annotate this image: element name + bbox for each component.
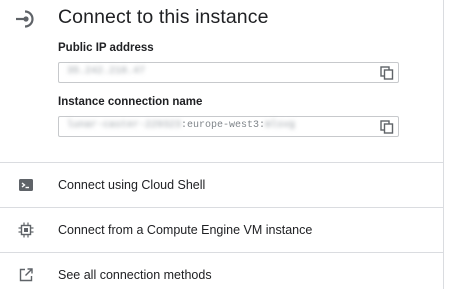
open-in-new-icon [18, 267, 34, 283]
connect-vm-instance-item[interactable]: Connect from a Compute Engine VM instanc… [0, 207, 444, 252]
copy-icon[interactable] [380, 66, 394, 80]
connection-name-project: lunar-caster-229323 [67, 120, 182, 131]
public-ip-value: 35.242.218.47 [67, 66, 146, 77]
panel-title: Connect to this instance [58, 6, 269, 28]
connection-name-label: Instance connection name [58, 96, 203, 108]
connection-name-instance: mlsvg [265, 120, 296, 131]
connect-cloud-shell-label: Connect using Cloud Shell [58, 178, 206, 192]
public-ip-field[interactable]: 35.242.218.47 [58, 62, 399, 83]
connection-name-region: :europe-west3: [181, 120, 266, 131]
connection-name-field[interactable]: lunar-caster-229323:europe-west3:mlsvg [58, 116, 399, 137]
chip-icon [18, 222, 34, 238]
see-all-methods-item[interactable]: See all connection methods [0, 252, 444, 289]
login-arrow-icon [14, 8, 36, 30]
connect-cloud-shell-item[interactable]: Connect using Cloud Shell [0, 162, 444, 207]
copy-icon[interactable] [380, 120, 394, 134]
terminal-icon [18, 177, 34, 193]
see-all-methods-label: See all connection methods [58, 268, 212, 282]
connection-name-value: lunar-caster-229323:europe-west3:mlsvg [67, 120, 295, 131]
public-ip-label: Public IP address [58, 42, 154, 54]
connect-vm-instance-label: Connect from a Compute Engine VM instanc… [58, 223, 313, 237]
connect-panel: Connect to this instance Public IP addre… [0, 0, 444, 160]
